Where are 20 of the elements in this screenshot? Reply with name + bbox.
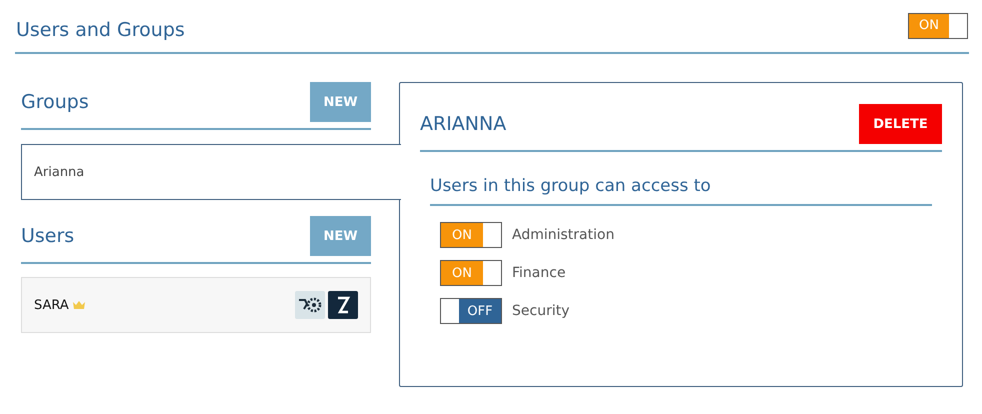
section-title: Users [21, 225, 74, 247]
section-title: Groups [21, 91, 89, 113]
new-button[interactable]: NEW [310, 82, 371, 122]
toggle-switch[interactable]: ON [440, 222, 502, 248]
permission-label: Security [512, 303, 570, 319]
permission-label: Administration [512, 227, 614, 243]
group-item[interactable]: Arianna [21, 144, 401, 200]
gear-icon[interactable] [295, 291, 325, 319]
user-card[interactable]: SARA [21, 277, 371, 333]
group-title: ARIANNA [420, 113, 506, 135]
user-name: SARA [34, 298, 69, 312]
delete-button[interactable]: DELETE [859, 104, 942, 144]
toggle-switch[interactable]: ON [908, 12, 968, 38]
toggle-switch[interactable]: OFF [440, 298, 502, 324]
section-subtitle: Users in this group can access to [430, 176, 932, 206]
permission-label: Finance [512, 265, 566, 281]
new-button[interactable]: NEW [310, 216, 371, 256]
app-icon[interactable] [328, 291, 358, 319]
toggle-switch[interactable]: ON [440, 260, 502, 286]
page-title: Users and Groups [16, 18, 185, 40]
